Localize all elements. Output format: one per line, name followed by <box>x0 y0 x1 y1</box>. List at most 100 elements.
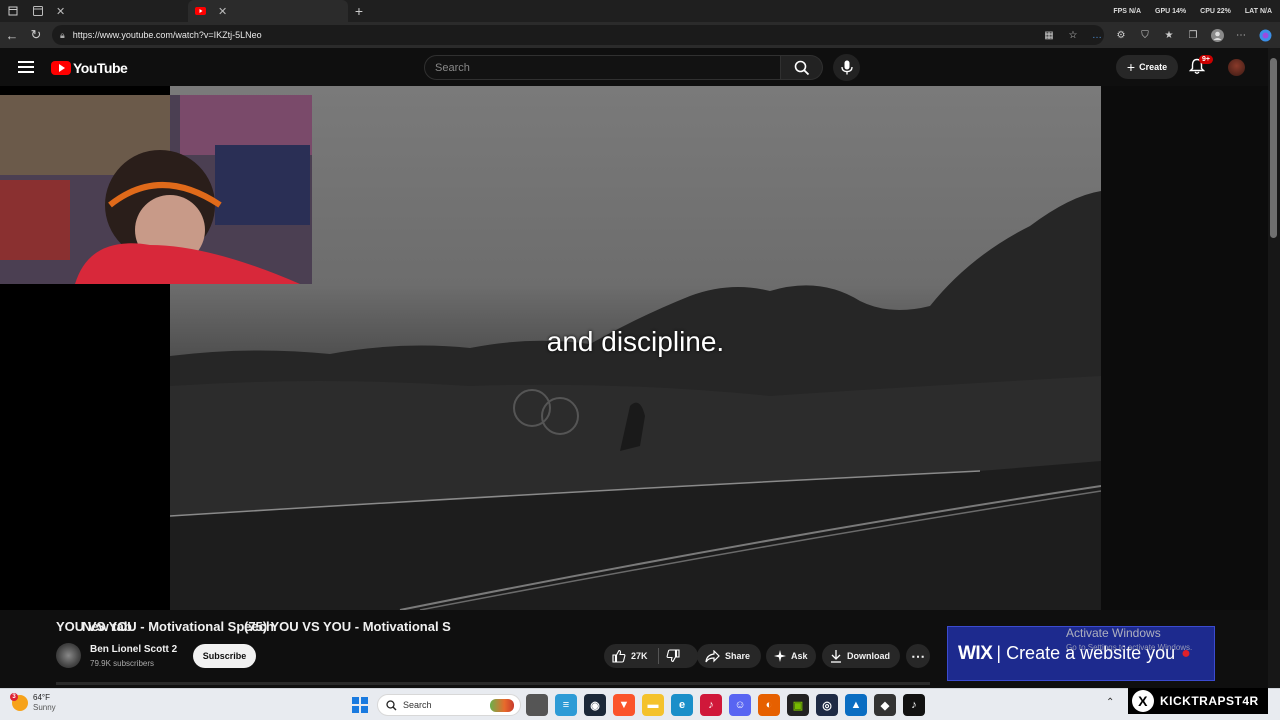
dislike-button[interactable] <box>666 649 685 665</box>
windows-start-icon[interactable] <box>352 697 368 713</box>
favorites-icon[interactable]: ★ <box>1162 28 1176 42</box>
weather-badge: 3 <box>10 693 18 701</box>
tab-title: (75) YOU VS YOU - Motivational S <box>244 619 451 634</box>
tab-new-tab[interactable]: New tab ✕ <box>26 0 188 634</box>
file-explorer-icon[interactable]: ▬ <box>642 694 664 716</box>
create-button[interactable]: + Create <box>1116 55 1178 79</box>
task-view-icon[interactable] <box>526 694 548 716</box>
streamer-handle-overlay: X KICKTRAPST4R <box>1128 688 1268 714</box>
search-button[interactable] <box>781 55 823 80</box>
edge-icon[interactable]: e <box>671 694 693 716</box>
cpu-stat: CPU 22% <box>1200 7 1231 15</box>
notification-count-badge: 9+ <box>1199 55 1213 64</box>
microphone-icon <box>840 60 853 75</box>
subscribe-button[interactable]: Subscribe <box>193 644 256 668</box>
download-button[interactable]: Download <box>822 644 900 668</box>
webcam-image <box>0 95 312 284</box>
shield-icon[interactable]: ⛉ <box>1138 28 1152 42</box>
youtube-favicon-icon <box>194 5 206 17</box>
taskbar-apps: ≡ ◉ ▼ ▬ e ♪ ☺ ◐ ▣ ◎ ▲ ◆ ♪ <box>526 694 925 716</box>
fps-stat: FPS N/A <box>1113 7 1141 15</box>
activate-windows-watermark: Activate Windows <box>1066 626 1161 640</box>
steam-icon[interactable]: ◉ <box>584 694 606 716</box>
thumbs-up-icon <box>612 649 626 663</box>
notifications-button[interactable]: 9+ <box>1188 55 1213 76</box>
performance-overlay: FPS N/A GPU 14% CPU 22% LAT N/A <box>1113 0 1272 22</box>
weather-temperature: 64°F <box>33 693 50 702</box>
download-icon <box>831 650 841 663</box>
search-icon <box>794 60 809 75</box>
menu-dots-icon[interactable]: ⋯ <box>1234 28 1248 42</box>
youtube-logo[interactable]: YouTube <box>51 60 128 76</box>
ask-button[interactable]: Ask <box>766 644 816 668</box>
video-title: YOU VS YOU - Motivational Speech <box>56 619 274 634</box>
brave-icon[interactable]: ▼ <box>613 694 635 716</box>
show-hidden-icons-icon[interactable]: ⌃ <box>1106 697 1114 708</box>
video-caption: and discipline. <box>546 326 725 357</box>
close-tab-icon[interactable]: ✕ <box>56 5 65 18</box>
menu-icon[interactable] <box>18 61 34 73</box>
nvidia-icon[interactable]: ▣ <box>787 694 809 716</box>
voice-search-button[interactable] <box>833 54 860 81</box>
activate-windows-subtext: Go to Settings to activate Windows. <box>1066 643 1193 652</box>
notepad-icon[interactable]: ≡ <box>555 694 577 716</box>
channel-avatar[interactable] <box>56 643 81 668</box>
photos-icon[interactable]: ▲ <box>845 694 867 716</box>
youtube-play-icon <box>51 61 71 75</box>
search-icon <box>386 699 397 710</box>
share-button[interactable]: Share <box>697 644 761 668</box>
discord-icon[interactable]: ☺ <box>729 694 751 716</box>
extensions-icon[interactable]: ⚙ <box>1114 28 1128 42</box>
subscriber-count: 79.9K subscribers <box>90 659 155 668</box>
like-button[interactable]: 27K <box>612 649 648 663</box>
reload-icon[interactable]: ↻ <box>24 22 48 48</box>
youtube-header: YouTube Search + Create 9+ <box>0 48 1268 86</box>
collections-icon[interactable]: ❐ <box>1186 28 1200 42</box>
profile-icon[interactable] <box>1210 28 1224 42</box>
loading-icon: … <box>1092 29 1102 41</box>
lock-icon: 🔒︎ <box>60 29 65 40</box>
divider <box>658 648 659 664</box>
sun-icon: 3 <box>10 693 28 711</box>
app-icon[interactable]: ◆ <box>874 694 896 716</box>
search-highlight-icon <box>490 699 514 712</box>
url-text: https://www.youtube.com/watch?v=IKZtj-5L… <box>72 30 262 40</box>
favorite-star-icon[interactable]: ☆ <box>1066 28 1080 42</box>
more-actions-button[interactable]: ⋯ <box>906 644 930 668</box>
address-bar[interactable]: 🔒︎ https://www.youtube.com/watch?v=IKZtj… <box>52 25 1104 45</box>
apps-icon[interactable]: ▦ <box>1042 28 1056 42</box>
channel-name[interactable]: Ben Lionel Scott 2 <box>90 644 177 655</box>
x-logo-icon: X <box>1132 690 1154 712</box>
share-icon <box>705 649 720 662</box>
streamer-webcam <box>0 95 312 284</box>
firefox-icon[interactable]: ◐ <box>758 694 780 716</box>
plus-icon: + <box>1126 59 1136 75</box>
scrollbar-thumb[interactable] <box>1270 58 1277 238</box>
description-divider <box>56 682 930 685</box>
gpu-stat: GPU 14% <box>1155 7 1187 15</box>
video-side-panel <box>1101 86 1268 610</box>
browser-toolbar-icons: ▦ ☆ … ⚙ ⛉ ★ ❐ ⋯ <box>1042 22 1278 48</box>
sparkle-icon <box>774 650 786 662</box>
new-tab-icon <box>32 5 44 17</box>
tab-actions-icon[interactable] <box>0 0 26 22</box>
browser-navbar: ← ↻ 🔒︎ https://www.youtube.com/watch?v=I… <box>0 22 1280 48</box>
more-horizontal-icon: ⋯ <box>911 648 925 664</box>
tab-youtube-video[interactable]: (75) YOU VS YOU - Motivational S ✕ <box>188 0 451 634</box>
taskbar-search[interactable]: Search <box>377 694 521 716</box>
obs-icon[interactable]: ◎ <box>816 694 838 716</box>
close-tab-icon[interactable]: ✕ <box>218 5 227 18</box>
new-tab-button[interactable]: + <box>348 3 370 19</box>
weather-widget[interactable]: 3 64°F Sunny <box>10 693 56 713</box>
tiktok-studio-icon[interactable]: ♪ <box>903 694 925 716</box>
avatar[interactable] <box>1228 59 1245 76</box>
search-input[interactable]: Search <box>424 55 781 80</box>
tiktok-icon[interactable]: ♪ <box>700 694 722 716</box>
page-scrollbar[interactable] <box>1268 48 1280 688</box>
back-arrow-icon[interactable]: ← <box>0 22 24 48</box>
thumbs-down-icon <box>666 649 680 663</box>
weather-description: Sunny <box>33 703 56 712</box>
lat-stat: LAT N/A <box>1244 7 1272 15</box>
windows-taskbar: 3 64°F Sunny Search ≡ ◉ ▼ ▬ e ♪ ☺ ◐ ▣ ◎ … <box>0 688 1280 720</box>
copilot-icon[interactable] <box>1258 28 1272 42</box>
